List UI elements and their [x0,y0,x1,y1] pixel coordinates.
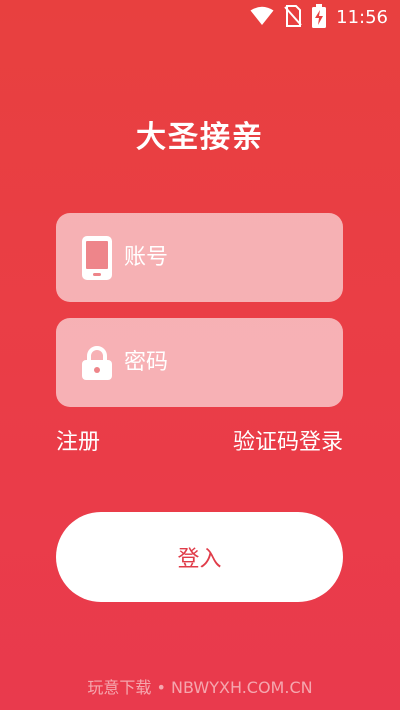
app-title: 大圣接亲 [136,120,264,155]
status-bar: 11:56 [0,0,400,36]
account-input[interactable] [124,213,324,302]
battery-charging-icon [312,4,327,32]
status-time: 11:56 [336,7,388,28]
no-sim-icon [284,5,302,31]
wifi-icon [250,6,274,30]
account-field[interactable] [56,213,343,302]
password-input[interactable] [124,318,324,407]
password-field[interactable] [56,318,343,407]
status-icons: 11:56 [250,4,388,32]
login-button[interactable]: 登入 [56,512,343,602]
code-login-link[interactable]: 验证码登录 [233,428,343,458]
watermark: 玩意下载 • NBWYXH.COM.CN [87,678,313,697]
register-link[interactable]: 注册 [56,428,100,458]
lock-icon [82,345,112,380]
phone-icon [82,235,112,280]
